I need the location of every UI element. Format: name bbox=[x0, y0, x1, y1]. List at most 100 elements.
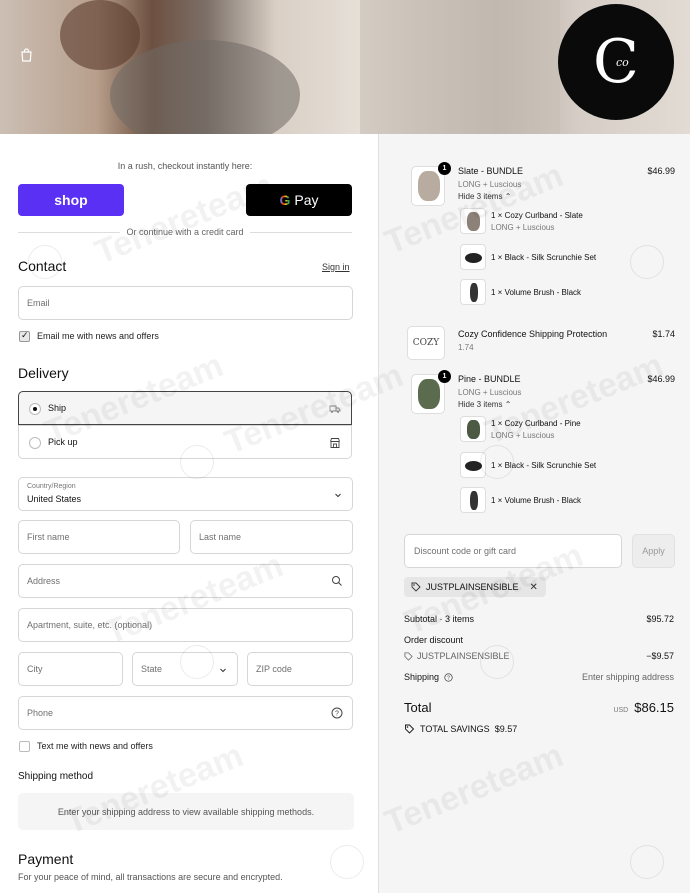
or-text: Or continue with a credit card bbox=[126, 227, 244, 237]
delivery-option-ship[interactable]: Ship bbox=[18, 391, 352, 425]
shipping-method-placeholder: Enter your shipping address to view avai… bbox=[18, 793, 354, 830]
discount-code-row: JUSTPLAINSENSIBLE bbox=[404, 651, 510, 661]
item-name: Cozy Confidence Shipping Protection bbox=[458, 329, 608, 339]
currency-code: USD bbox=[613, 707, 629, 714]
hero-photo-hair bbox=[60, 0, 140, 70]
first-name-field[interactable]: First name bbox=[18, 520, 180, 554]
quantity-badge: 1 bbox=[438, 162, 451, 175]
sign-in-link[interactable]: Sign in bbox=[322, 262, 350, 272]
country-label: Country/Region bbox=[27, 483, 76, 490]
express-checkout-text: In a rush, checkout instantly here: bbox=[117, 161, 253, 171]
apply-button[interactable]: Apply bbox=[632, 534, 675, 568]
total-label: Total bbox=[404, 700, 432, 715]
child-photo bbox=[465, 461, 482, 471]
delivery-heading: Delivery bbox=[18, 365, 69, 381]
checkout-form: In a rush, checkout instantly here: shop… bbox=[0, 134, 378, 893]
savings-value: $9.57 bbox=[494, 724, 518, 734]
shipping-method-message: Enter your shipping address to view avai… bbox=[57, 806, 315, 817]
country-value: United States bbox=[27, 494, 82, 504]
pickup-radio[interactable] bbox=[29, 437, 41, 449]
zip-field[interactable]: ZIP code bbox=[247, 652, 353, 686]
logo-small: co bbox=[616, 56, 629, 69]
payment-heading: Payment bbox=[18, 851, 74, 867]
state-select[interactable]: State bbox=[132, 652, 238, 686]
truck-icon bbox=[329, 405, 341, 413]
child-item-name: 1 × Black - Silk Scrunchie Set bbox=[491, 253, 597, 262]
hero-photo-figure bbox=[360, 0, 560, 134]
hide-items-toggle[interactable]: Hide 3 items ⌃ bbox=[458, 400, 511, 409]
phone-placeholder: Phone bbox=[27, 708, 54, 718]
child-thumbnail bbox=[460, 279, 486, 305]
google-pay-button[interactable]: G Pay bbox=[246, 184, 352, 216]
item-price: $46.99 bbox=[647, 166, 675, 176]
search-icon bbox=[332, 576, 342, 586]
ship-label: Ship bbox=[48, 403, 67, 413]
apartment-field[interactable]: Apartment, suite, etc. (optional) bbox=[18, 608, 353, 642]
discount-code-text: JUSTPLAINSENSIBLE bbox=[417, 651, 510, 661]
hide-items-label: Hide 3 items bbox=[458, 400, 503, 409]
payment-subtitle: For your peace of mind, all transactions… bbox=[18, 872, 283, 882]
item-variant: LONG + Luscious bbox=[458, 180, 522, 189]
help-circle-icon[interactable]: ? bbox=[444, 672, 453, 682]
child-photo bbox=[465, 253, 482, 263]
remove-discount-icon[interactable]: ✕ bbox=[530, 582, 538, 593]
or-divider: Or continue with a credit card bbox=[18, 227, 352, 237]
country-select[interactable]: Country/Region United States bbox=[18, 477, 353, 511]
discount-value: −$9.57 bbox=[646, 651, 674, 661]
tag-icon bbox=[404, 651, 413, 661]
svg-text:?: ? bbox=[447, 675, 450, 681]
help-circle-icon[interactable]: ? bbox=[331, 707, 343, 719]
child-item-name: 1 × Volume Brush - Black bbox=[491, 288, 582, 297]
last-name-placeholder: Last name bbox=[199, 532, 242, 542]
svg-text:?: ? bbox=[335, 711, 339, 718]
hero-banner: C co bbox=[0, 0, 690, 134]
last-name-field[interactable]: Last name bbox=[190, 520, 353, 554]
child-thumbnail bbox=[460, 487, 486, 513]
chevron-up-icon: ⌃ bbox=[504, 400, 512, 409]
item-name: Slate - BUNDLE bbox=[458, 166, 524, 176]
zip-placeholder: ZIP code bbox=[256, 664, 292, 674]
address-field[interactable]: Address bbox=[18, 564, 353, 598]
child-thumbnail bbox=[460, 244, 486, 270]
chevron-down-icon bbox=[335, 493, 341, 498]
child-photo bbox=[470, 491, 478, 510]
email-news-label: Email me with news and offers bbox=[37, 331, 159, 341]
contact-heading: Contact bbox=[18, 258, 67, 274]
hide-items-toggle[interactable]: Hide 3 items ⌃ bbox=[458, 192, 511, 201]
phone-field[interactable]: Phone ? bbox=[18, 696, 353, 730]
shopping-bag-icon[interactable] bbox=[20, 48, 33, 62]
child-item-name: 1 × Volume Brush - Black bbox=[491, 496, 582, 505]
tag-icon bbox=[405, 724, 415, 734]
shipping-value: Enter shipping address bbox=[581, 672, 674, 682]
email-field[interactable]: Email bbox=[18, 286, 353, 320]
state-placeholder: State bbox=[141, 664, 163, 674]
item-name: Pine - BUNDLE bbox=[458, 374, 521, 384]
order-discount-label: Order discount bbox=[404, 635, 464, 645]
item-variant: LONG + Luscious bbox=[458, 388, 522, 397]
delivery-option-pickup[interactable]: Pick up bbox=[19, 425, 351, 459]
hide-items-label: Hide 3 items bbox=[458, 192, 503, 201]
google-g-icon: G bbox=[279, 192, 291, 208]
apartment-placeholder: Apartment, suite, etc. (optional) bbox=[27, 620, 153, 630]
first-name-placeholder: First name bbox=[27, 532, 70, 542]
ship-radio[interactable] bbox=[29, 403, 41, 415]
brand-logo[interactable]: C co bbox=[558, 4, 674, 120]
child-item-variant: LONG + Luscious bbox=[491, 223, 555, 232]
chevron-up-icon: ⌃ bbox=[504, 192, 512, 201]
discount-placeholder: Discount code or gift card bbox=[414, 546, 517, 556]
child-thumbnail bbox=[460, 208, 486, 234]
gpay-label: Pay bbox=[294, 192, 319, 208]
email-news-checkbox[interactable] bbox=[19, 330, 30, 342]
product-photo bbox=[418, 379, 440, 409]
shop-pay-button[interactable]: shop bbox=[18, 184, 124, 216]
discount-code-input[interactable]: Discount code or gift card bbox=[404, 534, 622, 568]
item-variant: 1.74 bbox=[458, 343, 474, 352]
subtotal-value: $95.72 bbox=[646, 614, 674, 624]
product-thumbnail: COZY bbox=[407, 326, 445, 360]
city-field[interactable]: City bbox=[18, 652, 123, 686]
chevron-down-icon bbox=[220, 668, 226, 673]
text-news-checkbox[interactable] bbox=[19, 741, 30, 752]
applied-code: JUSTPLAINSENSIBLE bbox=[426, 582, 519, 592]
total-savings-row: TOTAL SAVINGS $9.57 bbox=[404, 724, 517, 734]
savings-label: TOTAL SAVINGS bbox=[420, 724, 490, 734]
